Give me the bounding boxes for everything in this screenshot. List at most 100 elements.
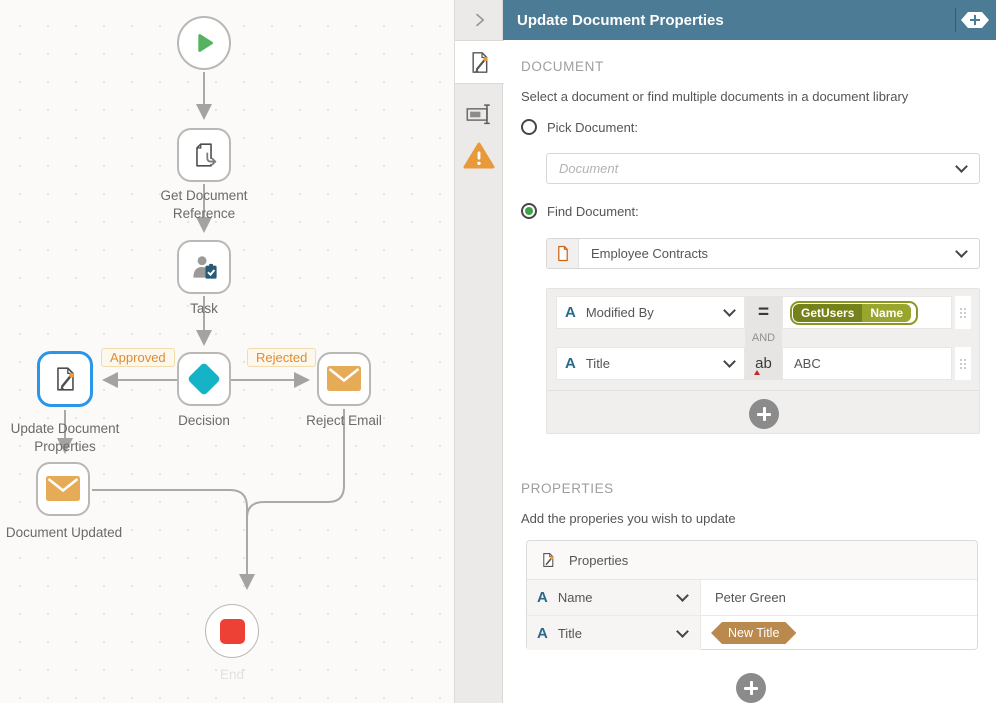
branch-label-rejected: Rejected: [247, 348, 317, 367]
property-row: A Name Peter Green: [527, 580, 977, 615]
tab-document-properties[interactable]: [455, 40, 504, 84]
drag-dots-icon: [960, 307, 962, 310]
workflow-canvas[interactable]: Get Document Reference Task Decision App…: [0, 0, 455, 703]
document-icon: [557, 245, 568, 262]
document-section-description: Select a document or find multiple docum…: [521, 89, 909, 104]
conjunction-toggle[interactable]: AND: [745, 330, 782, 346]
document-updated-node[interactable]: [36, 462, 90, 516]
stop-icon: [219, 618, 245, 644]
properties-section-heading: PROPERTIES: [521, 481, 614, 496]
chevron-down-icon: [955, 245, 968, 258]
filter-value-field[interactable]: ABC: [782, 347, 952, 380]
library-icon-cell: [547, 239, 579, 268]
value-tag[interactable]: New Title: [711, 622, 796, 644]
library-value: Employee Contracts: [591, 246, 709, 261]
pick-document-radio[interactable]: [521, 119, 537, 135]
properties-section-description: Add the properies you wish to update: [521, 511, 736, 526]
chevron-down-icon: [955, 160, 968, 173]
properties-grid-header: Properties: [527, 541, 977, 580]
node-label: Decision: [178, 413, 230, 428]
property-field-dropdown[interactable]: A Name: [527, 580, 701, 615]
add-property-button[interactable]: [736, 673, 766, 703]
add-filter-button[interactable]: [749, 399, 779, 429]
chevron-right-icon: [475, 13, 485, 27]
update-document-properties-node[interactable]: [37, 351, 93, 407]
document-edit-icon: [57, 367, 74, 391]
chevron-down-icon: [676, 589, 689, 602]
start-node[interactable]: [177, 16, 231, 70]
chevron-down-icon: [676, 624, 689, 638]
property-field-dropdown[interactable]: A Title: [527, 616, 701, 650]
decision-diamond-icon: [187, 362, 221, 396]
text-field-type-icon: A: [565, 355, 576, 372]
filter-field-label: Title: [585, 356, 610, 371]
pick-document-label: Pick Document:: [547, 120, 639, 135]
tab-rename[interactable]: [455, 92, 503, 136]
document-section-heading: DOCUMENT: [521, 59, 604, 74]
panel-content: DOCUMENT Select a document or find multi…: [503, 40, 996, 703]
reference-token-property: Name: [862, 303, 912, 322]
begins-with-operator[interactable]: ab: [745, 347, 782, 380]
branch-label-approved: Approved: [101, 348, 175, 367]
filter-builder: A Modified By = GetUsers Name AND A Titl…: [546, 288, 980, 434]
document-edit-icon: [472, 51, 488, 73]
chevron-down-icon: [723, 355, 736, 368]
filter-value-field[interactable]: GetUsers Name: [782, 296, 952, 329]
node-label: Update Document Properties: [10, 421, 120, 455]
property-field-label: Name: [557, 590, 593, 605]
filter-field-label: Modified By: [585, 305, 654, 320]
pick-document-dropdown[interactable]: Document: [546, 153, 980, 184]
text-field-type-icon: A: [565, 304, 576, 321]
node-label: Reject Email: [306, 413, 382, 428]
filter-field-dropdown[interactable]: A Title: [556, 347, 745, 380]
document-reference-icon: [196, 143, 217, 167]
find-document-label: Find Document:: [547, 204, 639, 219]
plus-icon: [974, 15, 976, 25]
email-icon: [327, 366, 361, 391]
end-node[interactable]: [205, 604, 259, 658]
node-label: End: [219, 667, 245, 682]
document-edit-icon: [543, 552, 554, 568]
find-document-radio[interactable]: [521, 203, 537, 219]
email-icon: [46, 476, 80, 501]
property-value-field[interactable]: New Title: [701, 616, 977, 650]
drag-dots-icon: [960, 358, 962, 361]
properties-grid-title: Properties: [569, 552, 629, 568]
drag-handle[interactable]: [955, 347, 971, 380]
equals-operator[interactable]: =: [745, 296, 782, 329]
panel-header: Update Document Properties: [503, 0, 996, 40]
node-label: Get Document Reference: [160, 188, 248, 222]
property-row: A Title New Title: [527, 615, 977, 650]
panel-title: Update Document Properties: [517, 11, 724, 29]
reference-token-source: GetUsers: [793, 303, 863, 322]
property-field-label: Title: [557, 625, 582, 641]
drag-handle[interactable]: [955, 296, 971, 329]
decision-node[interactable]: [177, 352, 231, 406]
filter-field-dropdown[interactable]: A Modified By: [556, 296, 745, 329]
warning-icon: [463, 142, 495, 169]
document-library-dropdown[interactable]: Employee Contracts: [546, 238, 980, 269]
collapse-panel-button[interactable]: [455, 4, 503, 36]
node-label: Task: [190, 301, 218, 316]
filter-divider: [547, 390, 979, 391]
header-divider: [955, 8, 956, 32]
user-task-icon: [192, 255, 217, 279]
workflow-designer: Get Document Reference Task Decision App…: [0, 0, 996, 703]
tab-warnings[interactable]: [455, 134, 503, 178]
node-label: Document Updated: [5, 525, 123, 540]
rename-field-icon: [466, 104, 490, 125]
property-value-text: Peter Green: [715, 590, 786, 605]
reject-email-node[interactable]: [317, 352, 371, 406]
properties-grid: Properties A Name Peter Green A Title Ne…: [526, 540, 978, 650]
dropdown-placeholder: Document: [559, 161, 619, 176]
operator-caret-icon: [754, 370, 760, 375]
text-field-type-icon: A: [537, 589, 548, 606]
play-icon: [198, 34, 213, 52]
reference-token[interactable]: GetUsers Name: [790, 300, 919, 325]
text-field-type-icon: A: [537, 624, 548, 642]
filter-value-text: ABC: [794, 356, 821, 371]
property-value-field[interactable]: Peter Green: [701, 580, 977, 615]
task-node[interactable]: [177, 240, 231, 294]
chevron-down-icon: [723, 304, 736, 317]
get-document-reference-node[interactable]: [177, 128, 231, 182]
